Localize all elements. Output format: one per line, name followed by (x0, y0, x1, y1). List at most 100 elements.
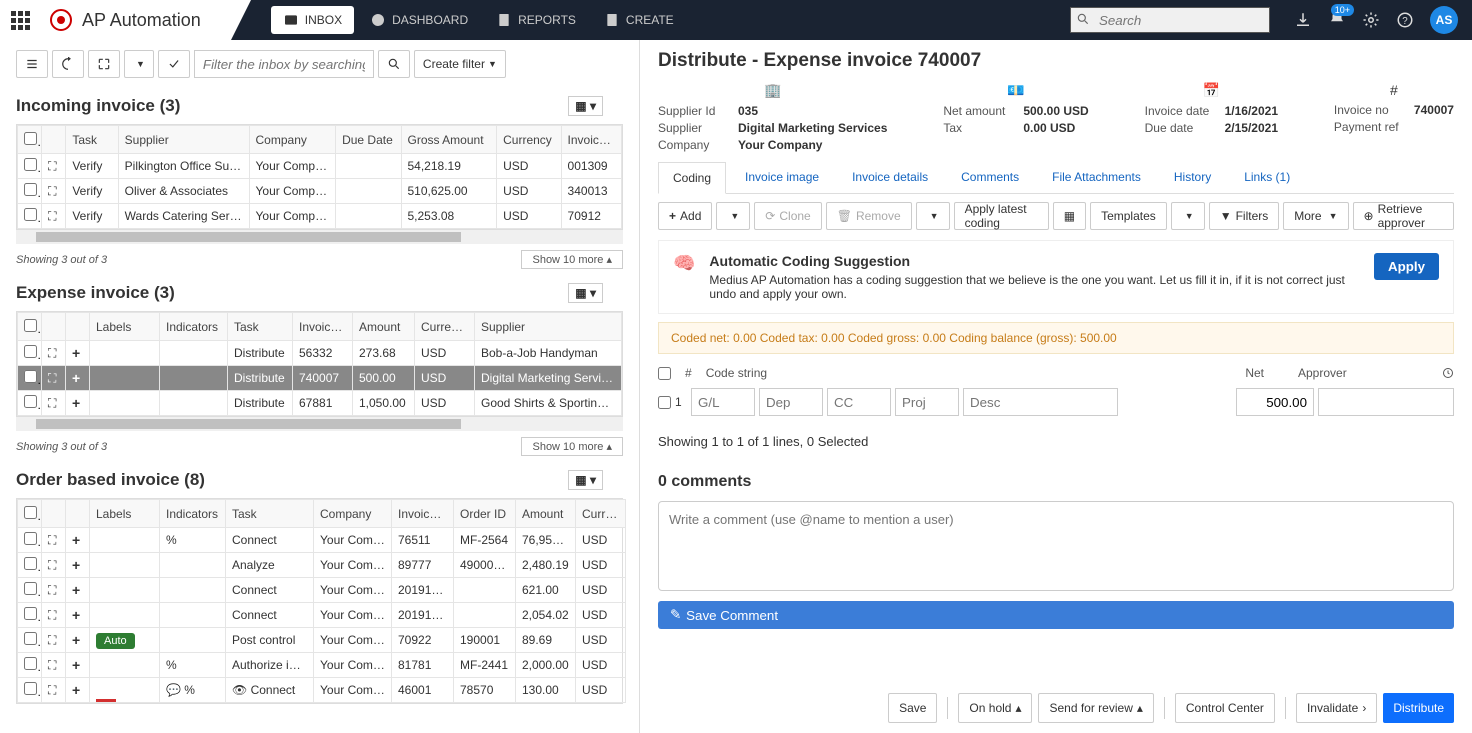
expand-icon[interactable]: ⛶ (48, 396, 56, 410)
table-row[interactable]: ⛶ + %Authorize invoi...Your Company81781… (18, 653, 626, 678)
expand-icon[interactable]: ⛶ (48, 683, 56, 697)
plus-icon[interactable]: + (72, 632, 80, 648)
save-button[interactable]: Save (888, 693, 937, 723)
row-checkbox[interactable] (24, 208, 37, 221)
tab-invoice-details[interactable]: Invoice details (838, 162, 942, 193)
tab-links[interactable]: Links (1) (1230, 162, 1304, 193)
tab-history[interactable]: History (1160, 162, 1225, 193)
expense-scrollbar[interactable] (16, 417, 623, 431)
grid-settings-button[interactable]: ▦ (1053, 202, 1086, 230)
cc-input[interactable] (827, 388, 891, 416)
apply-latest-button[interactable]: Apply latest coding (954, 202, 1049, 230)
inbox-filter-input[interactable] (194, 50, 374, 78)
retrieve-approver-button[interactable]: ⊕ Retrieve approver (1353, 202, 1454, 230)
plus-icon[interactable]: + (72, 657, 80, 673)
row-checkbox[interactable] (24, 582, 37, 595)
nav-dashboard[interactable]: DASHBOARD (358, 6, 480, 34)
tab-invoice-image[interactable]: Invoice image (731, 162, 833, 193)
coding-row-checkbox[interactable] (658, 396, 671, 409)
download-icon[interactable] (1294, 11, 1312, 29)
dep-input[interactable] (759, 388, 823, 416)
refresh-button[interactable] (52, 50, 84, 78)
invalidate-button[interactable]: Invalidate › (1296, 693, 1377, 723)
order-select-all[interactable] (24, 506, 37, 519)
plus-icon[interactable]: + (72, 370, 80, 386)
apps-grid-icon[interactable] (0, 0, 40, 40)
plus-icon[interactable]: + (72, 532, 80, 548)
expand-icon[interactable]: ⛶ (48, 346, 56, 360)
inbox-search-button[interactable] (378, 50, 410, 78)
remove-dropdown[interactable]: ▼ (916, 202, 950, 230)
table-row[interactable]: ⛶ + AnalyzeYour Company8977749000121...2… (18, 553, 626, 578)
plus-icon[interactable]: + (72, 557, 80, 573)
clone-button[interactable]: ⟳ Clone (754, 202, 821, 230)
row-checkbox[interactable] (24, 632, 37, 645)
incoming-show-more[interactable]: Show 10 more ▴ (521, 250, 623, 269)
table-row[interactable]: ⛶ + ConnectYour Company201912372,054.02U… (18, 603, 626, 628)
remove-button[interactable]: 🗑 Remove (826, 202, 912, 230)
gl-input[interactable] (691, 388, 755, 416)
dropdown-button[interactable]: ▼ (124, 50, 154, 78)
incoming-view-toggle[interactable]: ▦ ▾ (568, 96, 603, 116)
onhold-button[interactable]: On hold ▴ (958, 693, 1032, 723)
table-row[interactable]: ⛶ + ConnectYour Company201912433621.00US… (18, 578, 626, 603)
row-checkbox[interactable] (24, 183, 37, 196)
expense-view-toggle[interactable]: ▦ ▾ (568, 283, 603, 303)
table-row[interactable]: ⛶ + AutoPost controlYour Company70922190… (18, 628, 626, 653)
expand-icon[interactable]: ⛶ (48, 209, 56, 223)
apply-suggestion-button[interactable]: Apply (1374, 253, 1439, 280)
expand-icon[interactable]: ⛶ (48, 533, 56, 547)
expand-icon[interactable]: ⛶ (48, 184, 56, 198)
table-row[interactable]: ⛶ VerifyPilkington Office SuppliesYour C… (18, 154, 622, 179)
table-row[interactable]: ⛶ + Distribute678811,050.00USDGood Shirt… (18, 391, 622, 416)
help-icon[interactable]: ? (1396, 11, 1414, 29)
notifications-icon[interactable]: 10+ (1328, 10, 1346, 31)
row-checkbox[interactable] (24, 158, 37, 171)
row-checkbox[interactable] (24, 607, 37, 620)
user-avatar[interactable]: AS (1430, 6, 1458, 34)
more-button[interactable]: More▼ (1283, 202, 1348, 230)
tab-file-attachments[interactable]: File Attachments (1038, 162, 1155, 193)
tab-comments[interactable]: Comments (947, 162, 1033, 193)
expand-icon[interactable]: ⛶ (48, 558, 56, 572)
plus-icon[interactable]: + (72, 682, 80, 698)
row-checkbox[interactable] (24, 395, 37, 408)
plus-icon[interactable]: + (72, 582, 80, 598)
desc-input[interactable] (963, 388, 1118, 416)
expand-icon[interactable]: ⛶ (48, 583, 56, 597)
table-row[interactable]: ⛶ + Distribute740007500.00USDDigital Mar… (18, 366, 622, 391)
expand-icon[interactable]: ⛶ (48, 159, 56, 173)
expense-select-all[interactable] (24, 319, 37, 332)
order-view-toggle[interactable]: ▦ ▾ (568, 470, 603, 490)
expense-show-more[interactable]: Show 10 more ▴ (521, 437, 623, 456)
add-button[interactable]: +Add (658, 202, 712, 230)
coding-select-all[interactable] (658, 367, 671, 380)
add-dropdown[interactable]: ▼ (716, 202, 750, 230)
nav-create[interactable]: CREATE (592, 6, 686, 34)
check-button[interactable] (158, 50, 190, 78)
expand-icon[interactable]: ⛶ (48, 371, 56, 385)
nav-inbox[interactable]: INBOX (271, 6, 354, 34)
expand-icon[interactable]: ⛶ (48, 608, 56, 622)
distribute-button[interactable]: Distribute (1383, 693, 1454, 723)
incoming-scrollbar[interactable] (16, 230, 623, 244)
tab-coding[interactable]: Coding (658, 162, 726, 194)
fullscreen-button[interactable] (88, 50, 120, 78)
proj-input[interactable] (895, 388, 959, 416)
plus-icon[interactable]: + (72, 395, 80, 411)
table-row[interactable]: ⛶ + 💬 %👁 ConnectYour Company460017857013… (18, 678, 626, 703)
list-view-button[interactable] (16, 50, 48, 78)
table-row[interactable]: ⛶ VerifyOliver & AssociatesYour Company5… (18, 179, 622, 204)
control-center-button[interactable]: Control Center (1175, 693, 1275, 723)
save-comment-button[interactable]: ✎ Save Comment (658, 601, 1454, 629)
net-input[interactable] (1236, 388, 1314, 416)
templates-dropdown[interactable]: ▼ (1171, 202, 1205, 230)
send-for-review-button[interactable]: Send for review ▴ (1038, 693, 1153, 723)
table-row[interactable]: ⛶ VerifyWards Catering ServicesYour Comp… (18, 204, 622, 229)
approver-input[interactable] (1318, 388, 1454, 416)
create-filter-button[interactable]: Create filter▼ (414, 50, 506, 78)
row-checkbox[interactable] (24, 682, 37, 695)
plus-icon[interactable]: + (72, 607, 80, 623)
row-checkbox[interactable] (24, 345, 37, 358)
comment-textarea[interactable] (669, 512, 1443, 572)
